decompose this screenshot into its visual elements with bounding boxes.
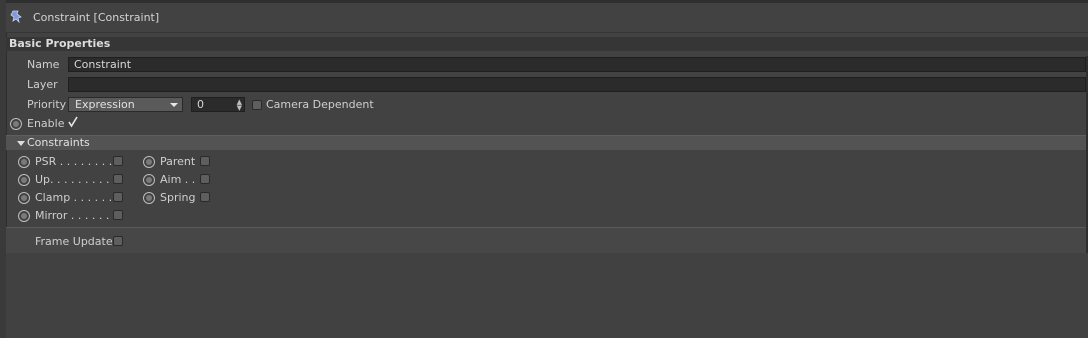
enable-label: Enable <box>27 117 65 130</box>
mirror-label: Mirror . . . . . . . <box>35 209 117 222</box>
parent-label: Parent <box>160 155 196 168</box>
spring-label: Spring <box>160 191 196 204</box>
section-title: Basic Properties <box>9 37 111 50</box>
up-animate-radio[interactable] <box>18 174 30 186</box>
constraints-group-label: Constraints <box>27 136 90 149</box>
parent-checkbox[interactable] <box>200 156 210 166</box>
frame-update-checkbox[interactable] <box>113 236 123 246</box>
enable-animate-radio[interactable] <box>10 118 22 130</box>
layer-label: Layer <box>27 78 58 91</box>
triangle-down-icon[interactable] <box>17 141 25 146</box>
name-label: Name <box>27 58 60 71</box>
priority-dropdown[interactable]: Expression <box>68 97 183 112</box>
chevron-down-icon <box>170 103 178 107</box>
psr-animate-radio[interactable] <box>18 156 30 168</box>
psr-checkbox[interactable] <box>113 156 123 166</box>
clamp-label: Clamp . . . . . . . <box>35 191 120 204</box>
camera-dependent-label: Camera Dependent <box>266 98 374 111</box>
frame-update-panel: Frame Update <box>6 228 1088 253</box>
priority-number-value: 0 <box>197 98 204 111</box>
basic-properties-header[interactable]: Basic Properties <box>6 37 1088 51</box>
aim-animate-radio[interactable] <box>143 174 155 186</box>
layer-field[interactable] <box>68 77 1086 92</box>
camera-dependent-checkbox[interactable] <box>252 100 262 110</box>
constraints-group-header[interactable]: Constraints <box>6 135 1088 150</box>
priority-number-stepper[interactable]: 0 ▲ ▼ <box>191 97 245 112</box>
title-bar: Constraint [Constraint] <box>6 3 1088 33</box>
psr-label: PSR . . . . . . . . . <box>35 155 120 168</box>
spring-animate-radio[interactable] <box>143 192 155 204</box>
aim-label: Aim . . <box>160 173 196 186</box>
up-label: Up. . . . . . . . . . <box>35 173 117 186</box>
mirror-animate-radio[interactable] <box>18 210 30 222</box>
clamp-animate-radio[interactable] <box>18 192 30 204</box>
title-text: Constraint [Constraint] <box>33 11 160 24</box>
parent-animate-radio[interactable] <box>143 156 155 168</box>
frame-update-label: Frame Update <box>35 235 113 248</box>
checkmark-icon[interactable] <box>66 115 80 129</box>
aim-checkbox[interactable] <box>200 174 210 184</box>
pin-icon <box>10 10 22 23</box>
priority-selected-value: Expression <box>75 98 135 111</box>
empty-panel-area <box>6 253 1088 338</box>
mirror-checkbox[interactable] <box>113 210 123 220</box>
clamp-checkbox[interactable] <box>113 192 123 202</box>
spinner-arrows-icon[interactable]: ▲ ▼ <box>237 99 242 112</box>
name-input[interactable]: Constraint <box>68 57 1086 72</box>
spring-checkbox[interactable] <box>200 192 210 202</box>
priority-label: Priority <box>27 98 67 111</box>
up-checkbox[interactable] <box>113 174 123 184</box>
